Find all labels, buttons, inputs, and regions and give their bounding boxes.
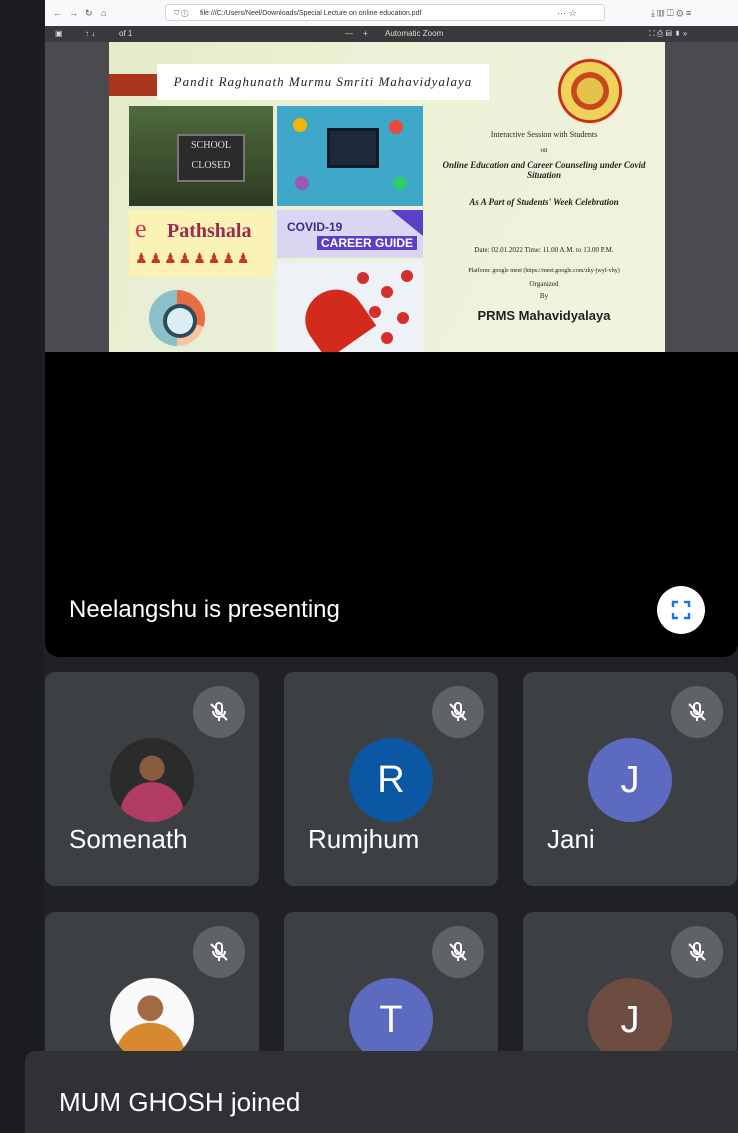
- covid-label: COVID-19: [287, 220, 343, 234]
- forward-icon: →: [69, 8, 78, 18]
- zoom-in-icon: +: [363, 29, 368, 38]
- mic-off-button: [193, 686, 245, 738]
- session-topic: Online Education and Career Counseling u…: [442, 160, 646, 180]
- organized-label: Organized: [529, 280, 559, 288]
- presenting-label: Neelangshu is presenting: [69, 596, 340, 623]
- participant-tile[interactable]: Somenath: [45, 672, 259, 886]
- participant-tile[interactable]: R Rumjhum: [284, 672, 498, 886]
- join-notification-text: MUM GHOSH joined: [59, 1087, 301, 1117]
- virus-icon: [381, 332, 393, 344]
- mic-off-icon: [449, 701, 467, 721]
- mic-off-icon: [449, 941, 467, 961]
- banner-accent: [109, 74, 157, 96]
- mic-off-icon: [688, 701, 706, 721]
- browser-toolbar: ← → ↻ ⌂ ⛉ ⓘ file:///C:/Users/Neel/Downlo…: [45, 0, 738, 27]
- epathshala-text: Pathshala: [167, 220, 252, 242]
- left-edge: [0, 0, 44, 1133]
- session-datetime: Date: 02.01.2022 Time: 11.00 A.M. to 13.…: [474, 246, 614, 254]
- virus-icon: [397, 312, 409, 324]
- prev-page-icon: ↑ ↓: [85, 29, 96, 38]
- participant-avatar: J: [588, 738, 672, 822]
- mic-off-button: [671, 686, 723, 738]
- sidebar-toggle-icon: ▣: [55, 29, 63, 38]
- zoom-out-icon: —: [345, 29, 353, 38]
- mic-off-button: [671, 926, 723, 978]
- umbrella-icon: [293, 278, 377, 352]
- address-bar: ⛉ ⓘ file:///C:/Users/Neel/Downloads/Spec…: [165, 4, 605, 21]
- epathshala-e: e: [135, 214, 147, 243]
- virus-icon: [369, 306, 381, 318]
- mic-off-button: [193, 926, 245, 978]
- pdf-page: Pandit Raghunath Murmu Smriti Mahavidyal…: [109, 42, 665, 352]
- participant-avatar: [110, 738, 194, 822]
- shared-screen: ← → ↻ ⌂ ⛉ ⓘ file:///C:/Users/Neel/Downlo…: [45, 0, 738, 352]
- fullscreen-icon: [671, 600, 691, 620]
- participant-name: Somenath: [69, 824, 188, 854]
- participant-tile[interactable]: J Jani: [523, 672, 737, 886]
- participant-avatar: T: [349, 978, 433, 1062]
- participant-avatar: J: [588, 978, 672, 1062]
- network-dot: [393, 176, 407, 190]
- bookmark-icon: ⋯ ☆: [557, 8, 577, 18]
- participant-name: Rumjhum: [308, 824, 420, 854]
- children-icon: ♟♟♟♟♟♟♟♟: [135, 250, 252, 266]
- participant-avatar: R: [349, 738, 433, 822]
- mic-off-button: [432, 926, 484, 978]
- session-occasion: As A Part of Students' Week Celebration: [469, 197, 619, 207]
- pdf-margin-right: [665, 42, 738, 352]
- page-indicator: of 1: [119, 29, 133, 38]
- address-text: file:///C:/Users/Neel/Downloads/Special …: [200, 10, 422, 17]
- monitor-icon: [327, 128, 379, 168]
- mic-off-button: [432, 686, 484, 738]
- session-platform: Platform: google meet (https://meet.goog…: [468, 268, 620, 274]
- session-on: on: [540, 146, 548, 154]
- presentation-stage: ← → ↻ ⌂ ⛉ ⓘ file:///C:/Users/Neel/Downlo…: [45, 0, 738, 657]
- mic-off-icon: [210, 701, 228, 721]
- shield-icon: ⛉ ⓘ: [174, 10, 189, 17]
- session-line: Interactive Session with Students: [490, 130, 598, 139]
- participant-name: Jani: [547, 824, 595, 854]
- organizer-name: PRMS Mahavidyalaya: [477, 308, 611, 323]
- virus-icon: [381, 286, 393, 298]
- college-banner: Pandit Raghunath Murmu Smriti Mahavidyal…: [157, 64, 489, 100]
- join-notification: MUM GHOSH joined: [25, 1051, 738, 1133]
- participant-avatar: [110, 978, 194, 1062]
- network-dot: [389, 120, 403, 134]
- search-analytics-image: [129, 280, 273, 352]
- mic-off-icon: [210, 941, 228, 961]
- network-dot: [295, 176, 309, 190]
- magnifier-icon: [163, 304, 197, 338]
- back-icon: ←: [53, 8, 62, 18]
- home-icon: ⌂: [101, 8, 107, 18]
- school-closed-sign: SCHOOL CLOSED: [177, 134, 245, 182]
- career-guide-label: CAREER GUIDE: [317, 236, 418, 250]
- zoom-level: Automatic Zoom: [385, 29, 444, 38]
- college-seal-logo: [557, 58, 623, 124]
- school-closed-image: SCHOOL CLOSED: [129, 106, 273, 206]
- network-dot: [293, 118, 307, 132]
- by-label: By: [539, 292, 549, 300]
- corner-accent: [391, 210, 423, 236]
- virus-icon: [357, 272, 369, 284]
- umbrella-virus-image: [277, 262, 423, 352]
- fullscreen-button[interactable]: [657, 586, 705, 634]
- epathshala-logo: e Pathshala ♟♟♟♟♟♟♟♟: [129, 210, 273, 276]
- downloads-icon: ⤓ ▥ ◫ ⚙ ≡: [651, 8, 692, 18]
- pdf-margin-left: [45, 42, 109, 352]
- pdf-tools-icon: ⛶ ⎙ ▤ ▮ »: [649, 29, 688, 38]
- mic-off-icon: [688, 941, 706, 961]
- online-education-image: [277, 106, 423, 206]
- reload-icon: ↻: [85, 8, 93, 18]
- virus-icon: [401, 270, 413, 282]
- covid-career-guide-image: COVID-19 CAREER GUIDE: [277, 210, 423, 258]
- pdf-toolbar: ▣ ↑ ↓ of 1 — + Automatic Zoom ⛶ ⎙ ▤ ▮ »: [45, 26, 738, 42]
